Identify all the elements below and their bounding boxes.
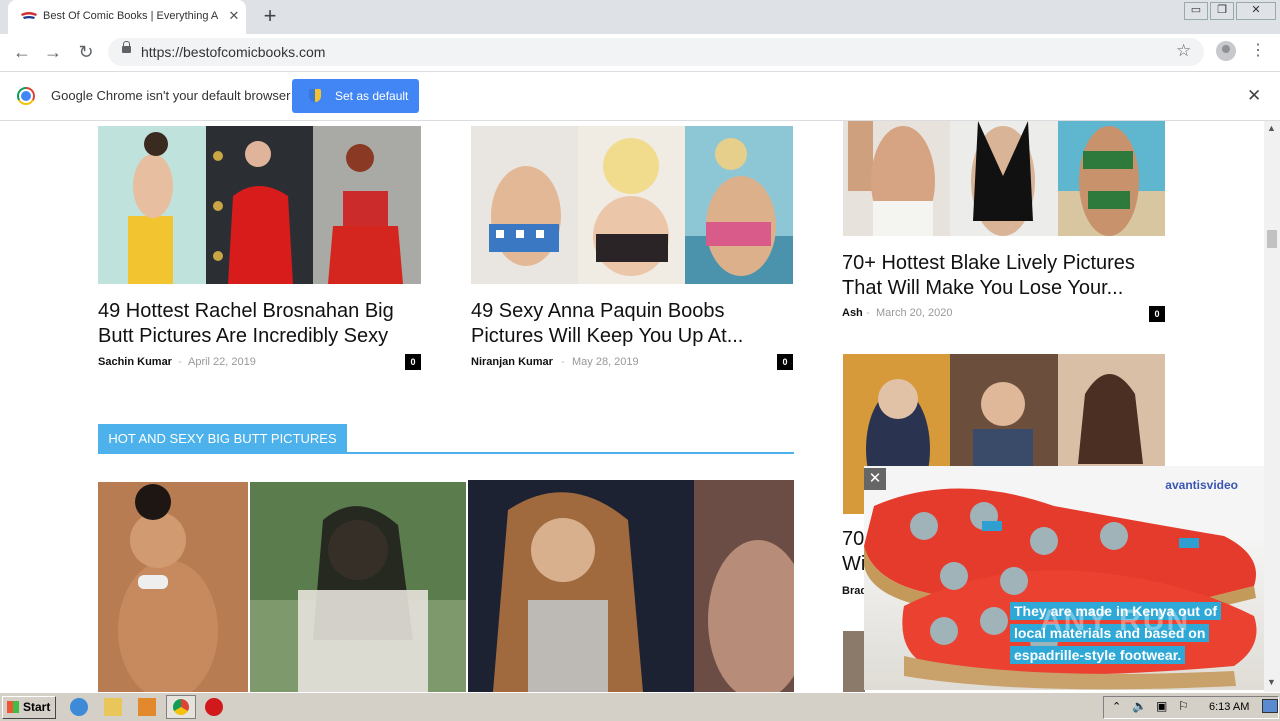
reload-icon[interactable]: ↻ [74, 40, 98, 64]
anyrun-watermark: ANY RUN [1040, 604, 1191, 637]
windows-taskbar: Start ⌃ 🔈 ▣ ⚐ 6:13 AM [0, 692, 1280, 721]
restore-button[interactable]: ❐ [1210, 2, 1234, 20]
network-icon[interactable]: ▣ [1156, 699, 1167, 713]
sidebar-photo-collage [843, 121, 1165, 236]
taskbar-clock[interactable]: 6:13 AM [1209, 701, 1249, 713]
chrome-icon [173, 699, 189, 715]
action-center-flag-icon[interactable]: ⚐ [1178, 699, 1189, 713]
section-header[interactable]: HOT AND SEXY BIG BUTT PICTURES [98, 424, 347, 453]
address-bar[interactable]: https://bestofcomicbooks.com ☆ [108, 38, 1204, 66]
article-author[interactable]: Sachin Kumar [98, 356, 172, 368]
meta-separator: - [561, 356, 565, 368]
article-author[interactable]: Niranjan Kumar [471, 356, 553, 368]
tab-title: Best Of Comic Books | Everything Ab [43, 10, 218, 22]
article-title[interactable]: 49 Hottest Rachel Brosnahan Big Butt Pic… [98, 299, 428, 349]
scrollbar-thumb[interactable] [1267, 230, 1277, 248]
chrome-logo-icon [17, 87, 35, 105]
uac-shield-icon [309, 89, 321, 102]
article-photo-collage [471, 126, 793, 284]
media-player-icon[interactable] [138, 698, 156, 716]
tray-expand-icon[interactable]: ⌃ [1112, 700, 1121, 713]
profile-avatar-icon[interactable] [1216, 41, 1236, 61]
set-as-default-label: Set as default [335, 89, 409, 103]
internet-explorer-icon[interactable] [70, 698, 88, 716]
scroll-up-arrow-icon[interactable]: ▲ [1267, 123, 1276, 133]
browser-toolbar: ← → ↻ https://bestofcomicbooks.com ☆ ⋮ [0, 34, 1280, 72]
minimize-button[interactable]: ▭ [1184, 2, 1208, 20]
article-thumbnail[interactable] [98, 126, 421, 284]
url-text: https://bestofcomicbooks.com [141, 44, 326, 60]
meta-separator: - [178, 356, 182, 368]
forward-arrow-icon[interactable]: → [41, 40, 65, 64]
opera-icon[interactable] [205, 698, 223, 716]
article-date: May 28, 2019 [572, 356, 639, 368]
comment-count-badge[interactable]: 0 [777, 354, 793, 370]
sidebar-article-date: March 20, 2020 [876, 307, 953, 319]
tab-close-icon[interactable]: ✕ [225, 7, 243, 25]
sidebar-article-author[interactable]: Ash [842, 307, 863, 319]
volume-icon[interactable]: 🔈 [1132, 699, 1147, 713]
article-date: April 22, 2019 [188, 356, 256, 368]
set-as-default-button[interactable]: Set as default [292, 79, 419, 113]
ad-caption-line: espadrille-style footwear. [1010, 646, 1186, 664]
windows-flag-icon [7, 701, 19, 713]
system-tray: ⌃ 🔈 ▣ ⚐ [1103, 696, 1279, 719]
lock-icon [122, 41, 131, 53]
bookmark-star-icon[interactable]: ☆ [1176, 41, 1191, 61]
section-feature-image[interactable] [98, 480, 794, 692]
comment-count-badge[interactable]: 0 [405, 354, 421, 370]
start-label: Start [23, 700, 51, 714]
start-button[interactable]: Start [2, 696, 56, 719]
show-desktop-icon[interactable] [1262, 699, 1278, 713]
article-title[interactable]: 49 Sexy Anna Paquin Boobs Pictures Will … [471, 299, 801, 349]
comment-count-badge[interactable]: 0 [1149, 306, 1165, 322]
sidebar-article-title-partial[interactable]: 70 [842, 527, 864, 552]
video-ad-overlay[interactable]: avantisvideo They are made in Kenya out … [864, 466, 1264, 690]
chrome-taskbar-button[interactable] [166, 695, 196, 719]
default-browser-infobar: Google Chrome isn't your default browser… [0, 72, 1280, 121]
site-favicon-icon [21, 12, 37, 19]
infobar-close-icon[interactable]: ✕ [1247, 86, 1261, 106]
sidebar-article-title-partial[interactable]: Wi [842, 552, 865, 577]
back-arrow-icon[interactable]: ← [10, 40, 34, 64]
ad-brand-logo[interactable]: avantisvideo [1165, 478, 1238, 492]
sidebar-thumbnail[interactable] [843, 121, 1165, 236]
sidebar-thumbnail-partial[interactable] [843, 631, 865, 692]
section-photo-collage [98, 480, 794, 692]
browser-tab[interactable]: Best Of Comic Books | Everything Ab ✕ [8, 0, 246, 34]
page-scrollbar[interactable]: ▲ ▼ [1264, 121, 1280, 692]
sidebar-article-title[interactable]: 70+ Hottest Blake Lively Pictures That W… [842, 251, 1172, 301]
scroll-down-arrow-icon[interactable]: ▼ [1267, 677, 1276, 687]
new-tab-button[interactable]: + [258, 5, 282, 29]
infobar-message: Google Chrome isn't your default browser [51, 88, 291, 103]
tab-strip: Best Of Comic Books | Everything Ab ✕ + … [0, 0, 1280, 34]
article-thumbnail[interactable] [471, 126, 793, 284]
section-divider [98, 452, 794, 454]
menu-kebab-icon[interactable]: ⋮ [1250, 41, 1266, 61]
close-window-button[interactable]: ✕ [1236, 2, 1276, 20]
ad-close-icon[interactable]: ✕ [864, 468, 886, 490]
folder-icon[interactable] [104, 698, 122, 716]
article-photo-collage [98, 126, 421, 284]
meta-separator: - [866, 307, 870, 319]
